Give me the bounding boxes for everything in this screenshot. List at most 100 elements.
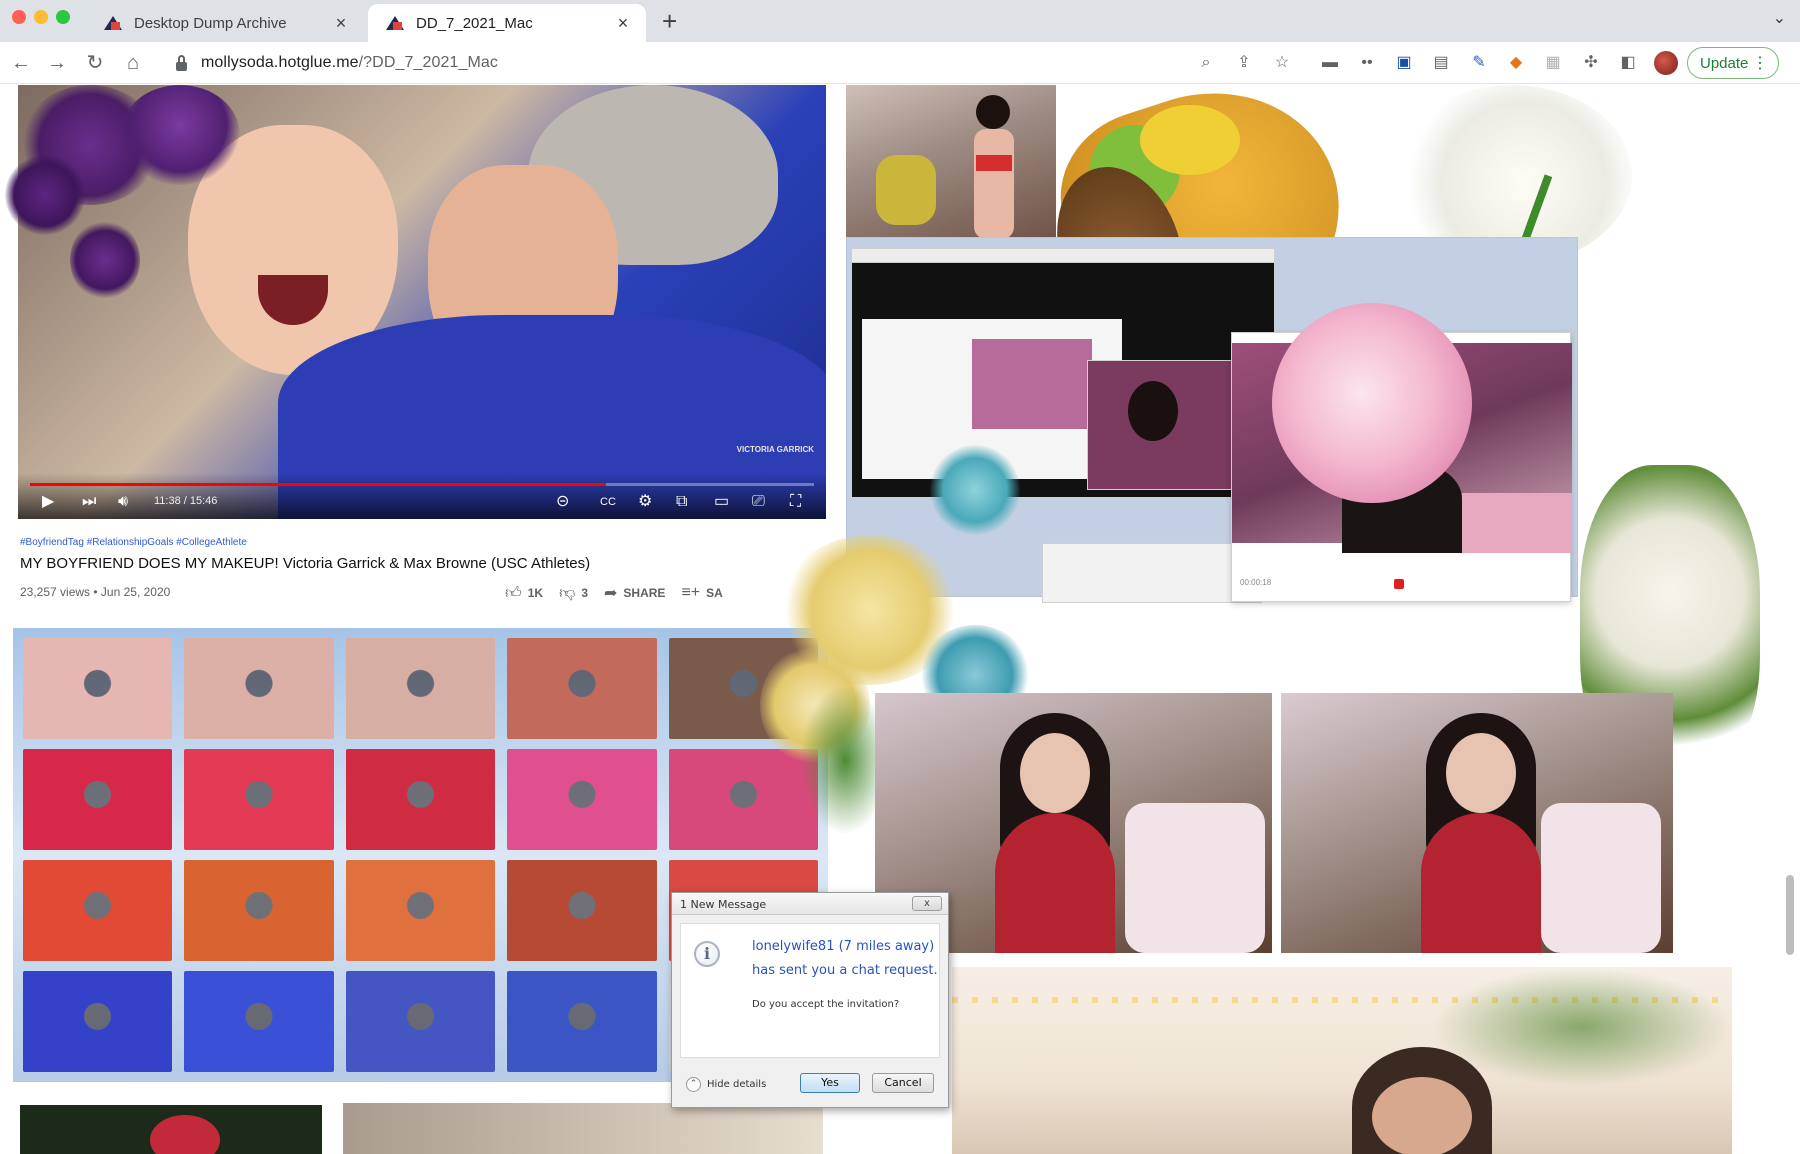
hotglue-favicon-icon — [104, 16, 122, 30]
miniplayer-icon[interactable]: ⧉ — [676, 493, 687, 511]
extension-dots-icon[interactable]: •• — [1357, 53, 1377, 73]
purple-violets-image-3 — [5, 155, 85, 235]
update-button[interactable]: Update ⋮ — [1687, 47, 1779, 79]
more-menu-icon[interactable]: ⋮ — [1752, 53, 1768, 73]
video-controls: ▶ ⏭ 🔊︎ 11:38 / 15:46 ⊝ CC ⚙ ⧉ ▭ ⎚ ⛶ — [18, 473, 826, 519]
contact-sheet-photo — [345, 638, 496, 739]
dialog-question: Do you accept the invitation? — [752, 999, 900, 1010]
extension-screen-capture-icon[interactable]: ▬ — [1320, 53, 1340, 73]
webcam-window: 00:00:18 — [1231, 303, 1572, 602]
room-photo-bottom — [343, 1103, 823, 1154]
video-progress-fill — [30, 483, 607, 486]
dislike-button[interactable]: 👎︎ 3 — [559, 584, 588, 603]
reload-icon[interactable]: ↻ — [82, 50, 108, 76]
contact-sheet-photo — [184, 971, 334, 1072]
extension-fox-icon[interactable]: ◆ — [1506, 53, 1526, 73]
share-icon[interactable]: ⇪ — [1234, 53, 1254, 73]
dialog-close-button[interactable]: x — [912, 896, 942, 911]
pink-peony-image — [1272, 303, 1472, 503]
playlist-add-icon: ≡+ — [681, 584, 701, 601]
dialog-message-line-1: lonelywife81 (7 miles away) — [752, 939, 935, 954]
bedroom-fairy-lights-photo — [952, 967, 1732, 1154]
save-button[interactable]: ≡+ SA — [681, 584, 722, 602]
mini-webcam-window — [1087, 360, 1237, 490]
contact-sheet-photo — [23, 860, 173, 961]
extension-pen-icon[interactable]: ✎ — [1469, 53, 1489, 73]
video-watermark: VICTORIA GARRICK — [736, 445, 814, 454]
video-actions: 👍︎ 1K 👎︎ 3 ➦ SHARE ≡+ SA — [505, 583, 723, 603]
puzzle-icon[interactable]: ✣ — [1581, 53, 1601, 73]
share-arrow-icon: ➦ — [604, 585, 618, 602]
contact-sheet-photo — [668, 749, 818, 850]
new-tab-plus-icon[interactable]: + — [662, 8, 677, 34]
url-text: mollysoda.hotglue.me/?DD_7_2021_Mac — [201, 54, 499, 71]
volume-icon[interactable]: 🔊︎ — [118, 493, 128, 511]
address-bar[interactable]: mollysoda.hotglue.me/?DD_7_2021_Mac — [160, 46, 1338, 80]
mini-search-results — [1042, 543, 1262, 603]
page-scrollbar[interactable] — [1786, 875, 1794, 955]
yes-button[interactable]: Yes — [800, 1073, 860, 1093]
tab-desktop-dump-archive[interactable]: Desktop Dump Archive × — [86, 4, 364, 42]
extension-bookmark-icon[interactable]: ▣ — [1394, 53, 1414, 73]
contact-sheet-photo — [23, 971, 173, 1072]
contact-sheet-photo — [184, 860, 334, 961]
record-button[interactable] — [1394, 579, 1404, 589]
chevron-down-icon[interactable]: ⌄ — [1773, 8, 1786, 28]
purple-violets-image-4 — [70, 220, 140, 300]
settings-gear-icon[interactable]: ⚙ — [638, 493, 652, 511]
tab-bar: Desktop Dump Archive × DD_7_2021_Mac × +… — [0, 0, 1800, 42]
tab-title: DD_7_2021_Mac — [416, 14, 533, 32]
close-tab-icon[interactable]: × — [614, 13, 632, 34]
tab-dd-7-2021-mac[interactable]: DD_7_2021_Mac × — [368, 4, 646, 42]
contact-sheet-photo — [507, 971, 657, 1072]
video-time: 11:38 / 15:46 — [154, 495, 218, 507]
theater-mode-icon[interactable]: ▭ — [714, 493, 729, 511]
hotglue-favicon-icon — [386, 16, 404, 30]
contact-sheet-photo — [345, 860, 496, 961]
red-sweater-photo-2 — [1281, 693, 1673, 953]
profile-avatar[interactable] — [1654, 51, 1678, 75]
info-icon: i — [694, 941, 720, 967]
video-hashtags[interactable]: #BoyfriendTag #RelationshipGoals #Colleg… — [20, 537, 247, 548]
collage-page: VICTORIA GARRICK ▶ ⏭ 🔊︎ 11:38 / 15:46 ⊝ … — [0, 85, 1800, 1154]
thumbs-up-icon: 👍︎ — [505, 584, 522, 602]
back-arrow-icon[interactable]: ← — [8, 50, 34, 76]
thumbs-down-icon: 👎︎ — [559, 584, 576, 602]
zoom-icon[interactable]: ⌕ — [1196, 53, 1216, 73]
extension-grey-icon[interactable]: ▦ — [1543, 53, 1563, 73]
share-button[interactable]: ➦ SHARE — [604, 583, 665, 603]
side-panel-icon[interactable]: ◧ — [1618, 53, 1638, 73]
rose-photo — [20, 1105, 322, 1154]
browser-toolbar: ← → ↻ ⌂ mollysoda.hotglue.me/?DD_7_2021_… — [0, 42, 1800, 84]
contact-sheet-photo — [23, 749, 173, 850]
like-button[interactable]: 👍︎ 1K — [505, 584, 543, 603]
cancel-button[interactable]: Cancel — [872, 1073, 934, 1093]
captions-icon[interactable]: CC — [600, 493, 616, 511]
video-progress-bar[interactable] — [30, 483, 814, 486]
purple-violets-image-2 — [120, 85, 240, 185]
maximize-window-button[interactable] — [56, 10, 70, 24]
contact-sheet-photo — [507, 638, 657, 739]
extension-window-icon[interactable]: ▤ — [1431, 53, 1451, 73]
tab-title: Desktop Dump Archive — [134, 14, 287, 32]
dialog-title: 1 New Message — [680, 898, 767, 911]
lock-icon — [176, 54, 187, 71]
close-window-button[interactable] — [12, 10, 26, 24]
autoplay-toggle-icon[interactable]: ⊝ — [556, 493, 569, 511]
home-icon[interactable]: ⌂ — [120, 50, 146, 76]
next-icon[interactable]: ⏭ — [82, 493, 96, 511]
contact-sheet-photo — [345, 749, 496, 850]
hide-details-toggle[interactable]: ⌃ Hide details — [686, 1077, 766, 1092]
play-icon[interactable]: ▶ — [42, 493, 54, 511]
close-tab-icon[interactable]: × — [332, 13, 350, 34]
fullscreen-icon[interactable]: ⛶ — [790, 493, 801, 511]
cast-icon[interactable]: ⎚ — [752, 493, 765, 511]
minimize-window-button[interactable] — [34, 10, 48, 24]
contact-sheet-photo — [345, 971, 496, 1072]
chat-request-dialog: 1 New Message x i lonelywife81 (7 miles … — [671, 892, 949, 1108]
bookmark-star-icon[interactable]: ☆ — [1272, 53, 1292, 73]
forward-arrow-icon[interactable]: → — [44, 50, 70, 76]
contact-sheet-photo — [507, 749, 657, 850]
webcam-timestamp: 00:00:18 — [1240, 578, 1272, 587]
contact-sheet-photo — [184, 638, 334, 739]
